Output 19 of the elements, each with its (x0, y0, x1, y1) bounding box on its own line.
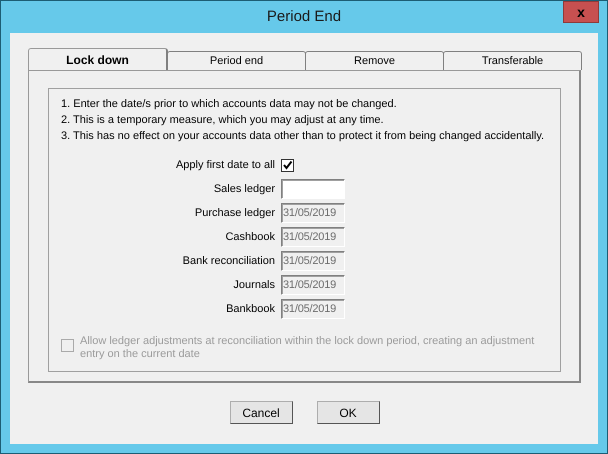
checkbox[interactable] (281, 158, 294, 172)
instruction-text: 3. This has no effect on your accounts data other than to protect it from being changed accidentally. (61, 129, 546, 143)
tab[interactable]: Lock down (28, 48, 168, 70)
field-label: Cashbook (224, 230, 275, 245)
field-label: Journals (232, 278, 275, 293)
field-label: Bankbook (225, 302, 275, 317)
date-field[interactable] (281, 179, 345, 199)
window-title: Period End (266, 6, 342, 27)
tab[interactable]: Transferable (443, 51, 582, 70)
instruction-text: 2. This is a temporary measure, which you may adjust at any time. (61, 113, 385, 127)
field-label: Bank reconciliation (182, 254, 275, 269)
checkbox-label: Allow ledger adjustments at reconciliation within the lock down period, creating an adjustment entry on the current date (80, 335, 536, 361)
checkbox-label: Apply first date to all (174, 158, 275, 173)
field-label: Sales ledger (212, 182, 275, 197)
field-label: Purchase ledger (194, 206, 275, 221)
dialog-button[interactable]: Cancel (230, 401, 292, 424)
instruction-text: 1. Enter the date/s prior to which accounts data may not be changed. (61, 97, 398, 111)
dialog-button[interactable]: OK (316, 401, 380, 424)
close-button[interactable]: x (563, 1, 599, 23)
